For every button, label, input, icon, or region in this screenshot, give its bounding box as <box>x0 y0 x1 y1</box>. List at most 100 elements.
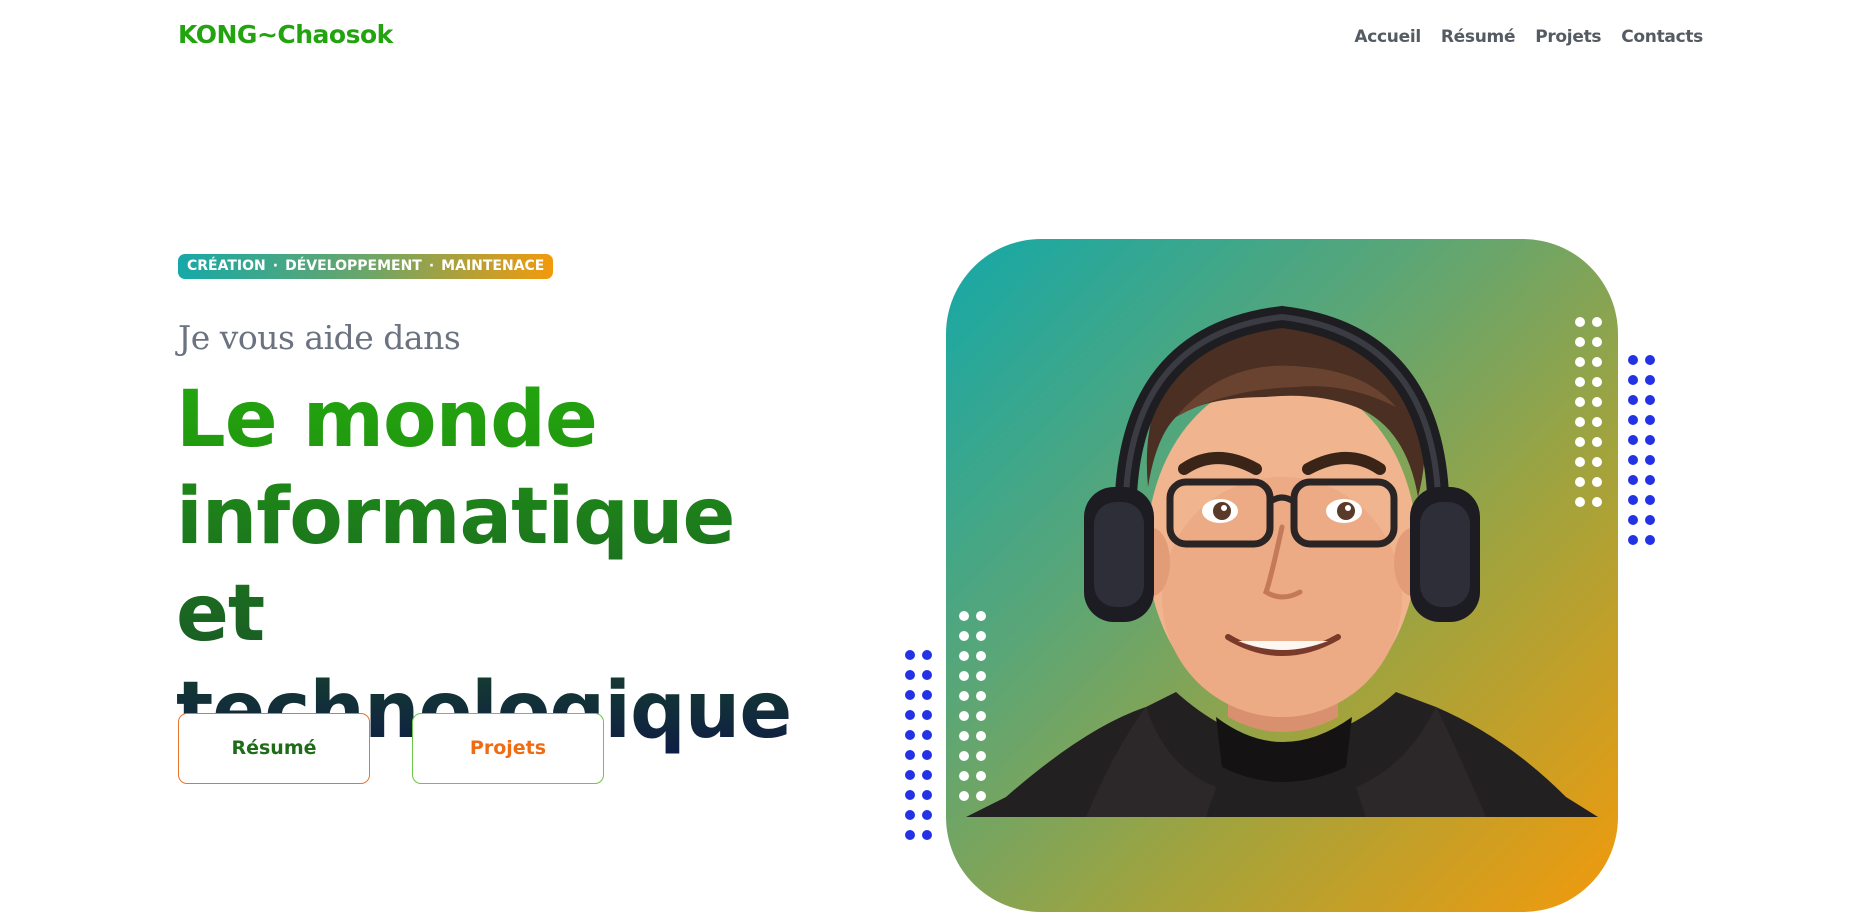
decorative-dot <box>1575 357 1585 367</box>
decorative-dot <box>1645 415 1655 425</box>
decorative-dot <box>1575 377 1585 387</box>
badge-item-maintenance: MAINTENACE <box>441 258 545 274</box>
decorative-dot <box>976 691 986 701</box>
decorative-dot <box>1628 455 1638 465</box>
decorative-dot <box>959 691 969 701</box>
decorative-dot <box>1592 397 1602 407</box>
decorative-dot <box>1575 457 1585 467</box>
decorative-dot <box>1592 477 1602 487</box>
decorative-dot <box>922 690 932 700</box>
nav-link-accueil[interactable]: Accueil <box>1354 27 1421 47</box>
decorative-dot <box>976 711 986 721</box>
decorative-dot <box>1645 395 1655 405</box>
decorative-dot <box>1628 515 1638 525</box>
decorative-dot <box>905 670 915 680</box>
decorative-dot <box>922 730 932 740</box>
decorative-dots-blue-right <box>1628 355 1662 555</box>
decorative-dot <box>905 810 915 820</box>
decorative-dot <box>1645 435 1655 445</box>
decorative-dot <box>1645 455 1655 465</box>
navbar: KONG~Chaosok Accueil Résumé Projets Cont… <box>0 0 1876 78</box>
decorative-dot <box>1628 535 1638 545</box>
decorative-dot <box>905 650 915 660</box>
decorative-dot <box>1575 417 1585 427</box>
decorative-dot <box>1628 475 1638 485</box>
headline-line-1: Le monde <box>176 372 816 469</box>
decorative-dot <box>959 611 969 621</box>
decorative-dot <box>1645 535 1655 545</box>
services-badge: CRÉATION · DÉVELOPPEMENT · MAINTENACE <box>178 254 554 279</box>
decorative-dot <box>1575 497 1585 507</box>
decorative-dot <box>1645 475 1655 485</box>
hero-headline: Le monde informatique et technologique <box>176 372 816 760</box>
decorative-dot <box>922 770 932 780</box>
decorative-dot <box>922 810 932 820</box>
badge-separator: · <box>272 258 279 274</box>
decorative-dot <box>1575 437 1585 447</box>
projets-button[interactable]: Projets <box>412 713 604 784</box>
nav-link-contacts[interactable]: Contacts <box>1621 27 1703 47</box>
decorative-dot <box>905 710 915 720</box>
decorative-dot <box>905 790 915 800</box>
decorative-dot <box>976 791 986 801</box>
decorative-dot <box>959 671 969 681</box>
nav-links: Accueil Résumé Projets Contacts <box>1354 27 1703 47</box>
decorative-dot <box>959 791 969 801</box>
decorative-dot <box>1592 317 1602 327</box>
decorative-dot <box>976 631 986 641</box>
decorative-dot <box>1575 477 1585 487</box>
decorative-dot <box>1645 355 1655 365</box>
decorative-dot <box>905 750 915 760</box>
decorative-dot <box>1628 355 1638 365</box>
nav-link-resume[interactable]: Résumé <box>1441 27 1516 47</box>
avatar-illustration <box>966 305 1598 817</box>
decorative-dot <box>976 611 986 621</box>
decorative-dot <box>1628 495 1638 505</box>
decorative-dot <box>959 631 969 641</box>
decorative-dots-white-left <box>959 611 993 811</box>
decorative-dot <box>1592 497 1602 507</box>
decorative-dot <box>976 751 986 761</box>
decorative-dot <box>959 751 969 761</box>
badge-separator: · <box>428 258 435 274</box>
decorative-dot <box>1645 515 1655 525</box>
decorative-dot <box>1592 357 1602 367</box>
decorative-dot <box>922 830 932 840</box>
decorative-dot <box>922 670 932 680</box>
decorative-dot <box>1592 457 1602 467</box>
decorative-dot <box>976 731 986 741</box>
decorative-dot <box>976 771 986 781</box>
decorative-dot <box>959 651 969 661</box>
decorative-dot <box>1592 377 1602 387</box>
decorative-dots-white-right <box>1575 317 1609 517</box>
decorative-dot <box>1645 375 1655 385</box>
decorative-dot <box>905 770 915 780</box>
decorative-dot <box>976 671 986 681</box>
decorative-dot <box>905 730 915 740</box>
decorative-dot <box>1628 395 1638 405</box>
decorative-dot <box>1592 437 1602 447</box>
badge-item-creation: CRÉATION <box>187 258 266 274</box>
decorative-dot <box>905 690 915 700</box>
decorative-dot <box>922 710 932 720</box>
decorative-dot <box>1575 317 1585 327</box>
decorative-dot <box>1645 495 1655 505</box>
decorative-dot <box>1575 397 1585 407</box>
decorative-dot <box>922 750 932 760</box>
nav-link-projets[interactable]: Projets <box>1535 27 1601 47</box>
decorative-dot <box>922 790 932 800</box>
decorative-dot <box>1592 337 1602 347</box>
decorative-dot <box>1628 415 1638 425</box>
hero-image-card <box>946 239 1618 912</box>
decorative-dot <box>1628 375 1638 385</box>
resume-button[interactable]: Résumé <box>178 713 370 784</box>
decorative-dot <box>922 650 932 660</box>
decorative-dot <box>976 651 986 661</box>
decorative-dots-blue-left <box>905 650 939 850</box>
hero-intro: Je vous aide dans <box>178 318 461 357</box>
decorative-dot <box>959 711 969 721</box>
headline-line-2: informatique et <box>176 469 816 663</box>
brand-logo[interactable]: KONG~Chaosok <box>178 20 393 49</box>
decorative-dot <box>905 830 915 840</box>
badge-item-developpement: DÉVELOPPEMENT <box>285 258 422 274</box>
